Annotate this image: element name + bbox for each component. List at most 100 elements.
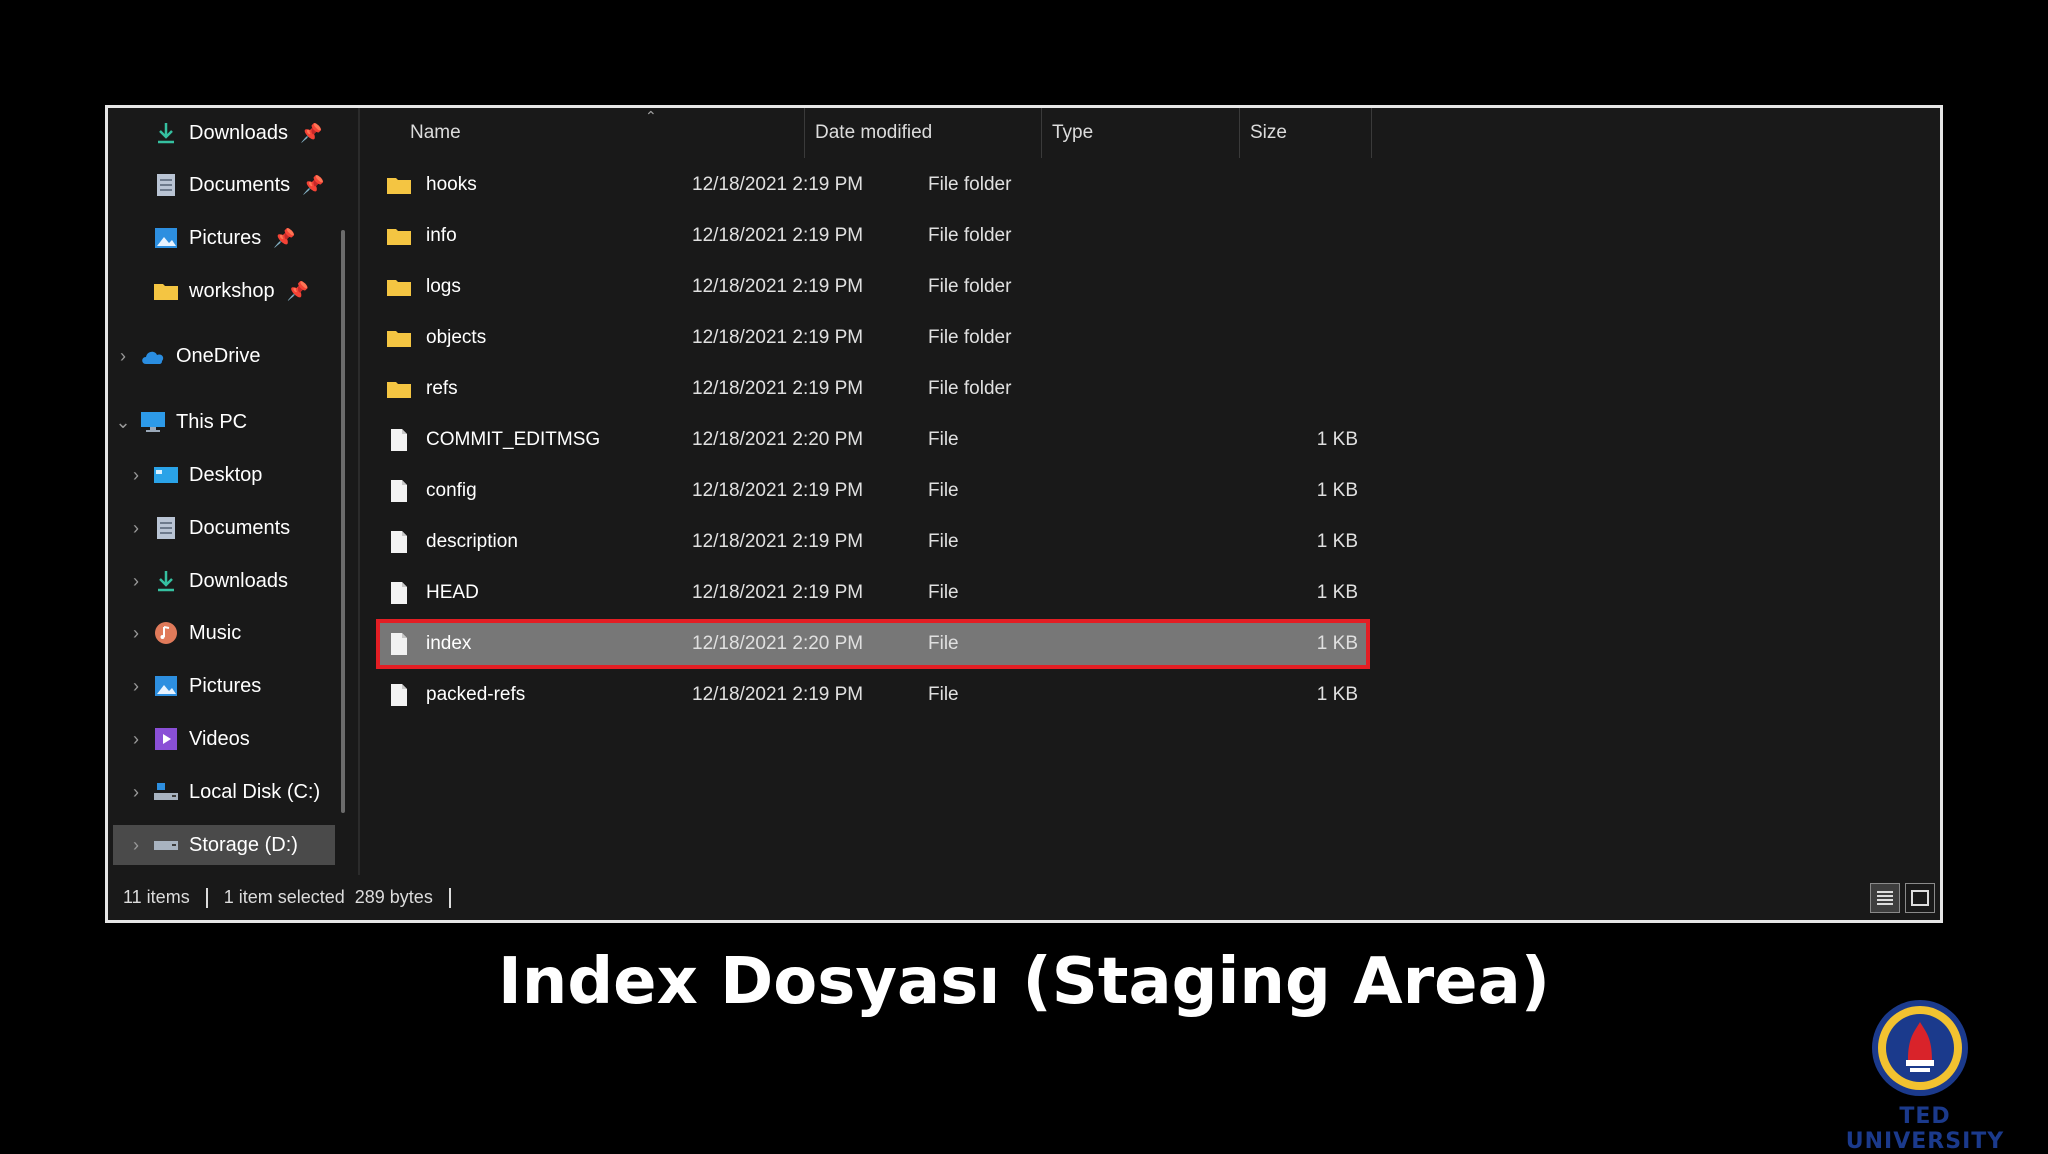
selection-size: 289 bytes [354,887,433,907]
item-count: 11 items [123,887,190,907]
file-name: objects [426,327,487,348]
column-label: Name [410,122,461,143]
drive-icon [153,832,179,858]
folder-icon [386,274,412,300]
file-name: HEAD [426,582,479,603]
nav-item-documents[interactable]: Documents [153,508,290,548]
status-divider [205,887,208,908]
nav-item-downloads-pinned[interactable]: Downloads 📌 [153,113,322,153]
nav-item-label: This PC [176,410,248,433]
file-type: File [928,633,959,654]
file-row[interactable]: config 12/18/2021 2:19 PM File 1 KB [380,470,1366,512]
file-row[interactable]: objects 12/18/2021 2:19 PM File folder [380,317,1366,359]
download-icon [153,120,179,146]
large-icons-view-icon[interactable] [1905,883,1935,913]
nav-item-onedrive[interactable]: OneDrive [140,336,260,376]
file-row[interactable]: logs 12/18/2021 2:19 PM File folder [380,266,1366,308]
folder-icon [386,325,412,351]
music-icon [153,620,179,646]
chevron-right-icon[interactable]: › [126,729,146,749]
pictures-icon [153,673,179,699]
file-type: File folder [928,174,1012,195]
nav-item-music[interactable]: Music [153,613,241,653]
file-row[interactable]: info 12/18/2021 2:19 PM File folder [380,215,1366,257]
nav-item-this-pc[interactable]: This PC [140,402,247,442]
nav-item-pictures[interactable]: Pictures [153,666,261,706]
nav-item-label: OneDrive [176,344,261,367]
chevron-right-icon[interactable]: › [126,518,146,538]
column-header-name[interactable]: Name ⌃ [400,108,805,158]
status-divider [448,887,451,908]
file-explorer-window: Downloads 📌 Documents 📌 Pictures 📌 works… [105,105,1943,923]
chevron-right-icon[interactable]: › [126,676,146,696]
column-header-date[interactable]: Date modified [805,108,1042,158]
file-date: 12/18/2021 2:19 PM [692,225,864,246]
chevron-down-icon[interactable]: ⌄ [113,412,133,432]
file-date: 12/18/2021 2:19 PM [692,378,864,399]
status-bar: 11 items 1 item selected 289 bytes [108,875,1940,920]
details-view-icon[interactable] [1870,883,1900,913]
folder-icon [386,376,412,402]
chevron-right-icon[interactable]: › [126,623,146,643]
file-name: logs [426,276,461,297]
file-name: index [426,633,472,654]
pin-icon: 📌 [302,174,325,195]
file-row[interactable]: packed-refs 12/18/2021 2:19 PM File 1 KB [380,674,1366,716]
file-date: 12/18/2021 2:19 PM [692,582,864,603]
file-size: 1 KB [1316,633,1358,654]
nav-item-local-disk-c[interactable]: Local Disk (C:) [153,772,320,812]
document-icon [153,515,179,541]
chevron-right-icon[interactable]: › [126,571,146,591]
file-name: description [426,531,518,552]
nav-item-label: Downloads [189,121,288,144]
file-date: 12/18/2021 2:19 PM [692,684,864,705]
chevron-right-icon[interactable]: › [126,465,146,485]
nav-item-storage-d[interactable]: Storage (D:) [113,825,335,865]
file-row[interactable]: COMMIT_EDITMSG 12/18/2021 2:20 PM File 1… [380,419,1366,461]
file-row[interactable]: HEAD 12/18/2021 2:19 PM File 1 KB [380,572,1366,614]
file-date: 12/18/2021 2:19 PM [692,327,864,348]
column-header-type[interactable]: Type [1042,108,1240,158]
chevron-right-icon[interactable]: › [113,346,133,366]
file-name: COMMIT_EDITMSG [426,429,601,450]
file-type: File [928,429,959,450]
pc-icon [140,409,166,435]
file-row[interactable]: description 12/18/2021 2:19 PM File 1 KB [380,521,1366,563]
pin-icon: 📌 [273,227,296,248]
column-label: Date modified [815,122,933,143]
file-size: 1 KB [1316,429,1358,450]
nav-item-label: Pictures [189,674,262,697]
file-name: packed-refs [426,684,526,705]
nav-item-videos[interactable]: Videos [153,719,250,759]
nav-item-workshop-pinned[interactable]: workshop 📌 [153,271,309,311]
file-icon [386,529,412,555]
chevron-right-icon[interactable]: › [126,782,146,802]
nav-item-downloads[interactable]: Downloads [153,561,288,601]
desktop-icon [153,462,179,488]
download-icon [153,568,179,594]
file-type: File [928,531,959,552]
file-icon [386,478,412,504]
folder-icon [386,223,412,249]
column-header-size[interactable]: Size [1240,108,1372,158]
file-type: File [928,582,959,603]
chevron-right-icon[interactable]: › [126,835,146,855]
nav-scrollbar[interactable] [341,230,345,813]
column-label: Size [1250,122,1287,143]
file-row-selected[interactable]: index 12/18/2021 2:20 PM File 1 KB [376,619,1370,669]
file-icon [386,682,412,708]
file-date: 12/18/2021 2:19 PM [692,480,864,501]
file-size: 1 KB [1316,531,1358,552]
file-list: Name ⌃ Date modified Type Size hooks 12/… [360,108,1940,878]
nav-item-label: Local Disk (C:) [189,780,321,803]
file-row[interactable]: hooks 12/18/2021 2:19 PM File folder [380,164,1366,206]
file-date: 12/18/2021 2:19 PM [692,174,864,195]
videos-icon [153,726,179,752]
nav-item-documents-pinned[interactable]: Documents 📌 [153,165,325,205]
file-type: File folder [928,327,1012,348]
nav-item-desktop[interactable]: Desktop [153,455,262,495]
nav-item-pictures-pinned[interactable]: Pictures 📌 [153,218,296,258]
university-name: TED UNIVERSITY [1845,1104,2005,1154]
file-type: File folder [928,225,1012,246]
file-row[interactable]: refs 12/18/2021 2:19 PM File folder [380,368,1366,410]
